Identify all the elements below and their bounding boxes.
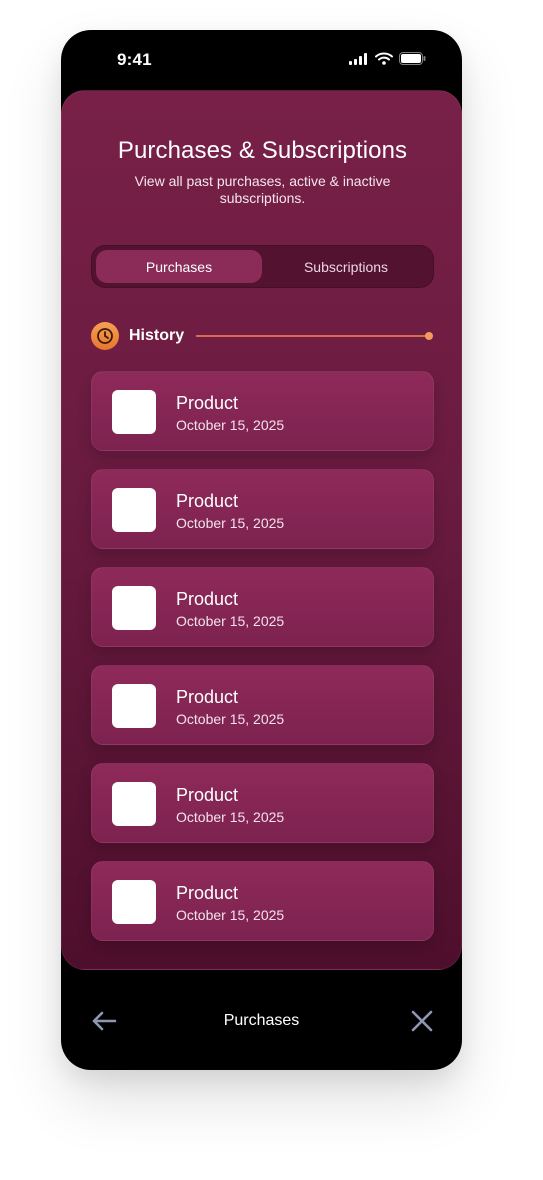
status-icons (349, 52, 426, 65)
page-title: Purchases & Subscriptions (117, 137, 408, 164)
product-thumbnail (112, 684, 156, 728)
product-thumbnail (112, 782, 156, 826)
content-panel: Purchases & Subscriptions View all past … (61, 90, 462, 970)
product-thumbnail (112, 488, 156, 532)
tab-subscriptions[interactable]: Subscriptions (263, 250, 429, 283)
close-icon (411, 1010, 433, 1032)
history-divider-dot (425, 332, 433, 340)
product-thumbnail (112, 880, 156, 924)
history-label: History (129, 327, 185, 344)
phone-frame: 9:41 Purchases & Subscriptions View all … (61, 30, 462, 1070)
product-title: Product (176, 393, 239, 413)
clock-icon (91, 322, 119, 350)
battery-icon (399, 52, 426, 65)
purchase-item[interactable]: Product October 15, 2025 (91, 469, 434, 549)
status-bar: 9:41 (61, 30, 462, 90)
wifi-icon (375, 52, 393, 65)
purchase-item[interactable]: Product October 15, 2025 (91, 371, 434, 451)
history-divider (196, 335, 427, 337)
product-title: Product (176, 491, 239, 511)
page-subtitle: View all past purchases, active & inacti… (134, 173, 391, 206)
product-thumbnail (112, 586, 156, 630)
purchase-date: October 15, 2025 (176, 809, 285, 825)
signal-icon (349, 52, 367, 65)
tab-purchases[interactable]: Purchases (96, 250, 262, 283)
product-title: Product (176, 785, 239, 805)
purchase-item[interactable]: Product October 15, 2025 (91, 763, 434, 843)
status-time: 9:41 (117, 50, 152, 69)
close-button[interactable] (407, 1006, 437, 1036)
stage: 9:41 Purchases & Subscriptions View all … (0, 0, 543, 1180)
purchase-item[interactable]: Product October 15, 2025 (91, 567, 434, 647)
product-title: Product (176, 883, 239, 903)
purchase-item[interactable]: Product October 15, 2025 (91, 665, 434, 745)
bottom-bar: Purchases (61, 970, 462, 1070)
purchase-date: October 15, 2025 (176, 907, 285, 923)
product-thumbnail (112, 390, 156, 434)
bottom-bar-title: Purchases (223, 1012, 300, 1029)
purchase-list: Product October 15, 2025 Product October… (91, 371, 434, 959)
purchase-date: October 15, 2025 (176, 417, 285, 433)
purchase-date: October 15, 2025 (176, 711, 285, 727)
segmented-control: Purchases Subscriptions (91, 245, 434, 288)
purchase-date: October 15, 2025 (176, 515, 285, 531)
purchase-item[interactable]: Product October 15, 2025 (91, 861, 434, 941)
product-title: Product (176, 589, 239, 609)
history-section-header: History (91, 322, 434, 350)
product-title: Product (176, 687, 239, 707)
purchase-date: October 15, 2025 (176, 613, 285, 629)
